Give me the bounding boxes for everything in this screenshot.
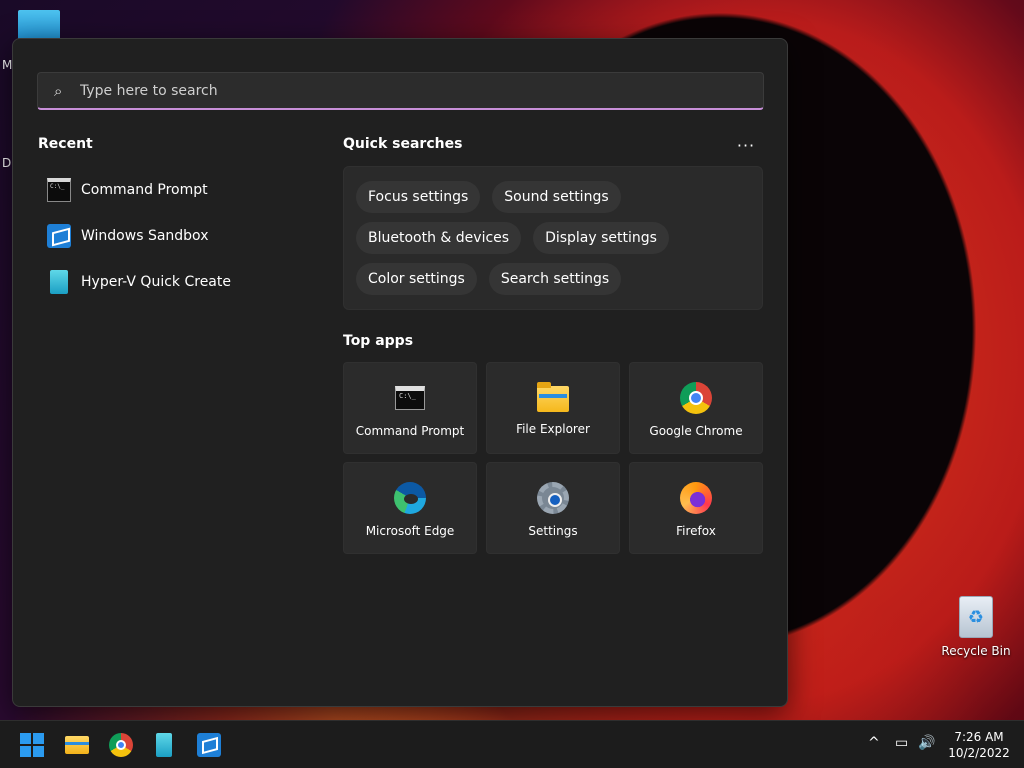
recycle-bin-icon bbox=[959, 596, 993, 638]
recent-item-command-prompt[interactable]: Command Prompt bbox=[37, 167, 307, 213]
search-input[interactable] bbox=[80, 82, 680, 99]
quick-searches-box: Focus settings Sound settings Bluetooth … bbox=[343, 166, 763, 310]
recent-item-hyper-v-quick-create[interactable]: Hyper-V Quick Create bbox=[37, 259, 307, 305]
quick-search-display-settings[interactable]: Display settings bbox=[533, 222, 669, 254]
top-apps-grid: Command Prompt File Explorer Google Chro… bbox=[343, 362, 763, 554]
search-panel: ⌕ Recent Command Prompt Windows Sandbox … bbox=[12, 38, 788, 707]
recent-item-windows-sandbox[interactable]: Windows Sandbox bbox=[37, 213, 307, 259]
top-app-command-prompt[interactable]: Command Prompt bbox=[343, 362, 477, 454]
windows-sandbox-icon[interactable] bbox=[197, 733, 221, 757]
show-hidden-icons-chevron-icon[interactable]: ^ bbox=[868, 735, 880, 751]
recent-list: Command Prompt Windows Sandbox Hyper-V Q… bbox=[37, 167, 307, 305]
more-options-button[interactable]: ··· bbox=[736, 136, 756, 155]
recent-heading: Recent bbox=[38, 136, 93, 152]
quick-search-color-settings[interactable]: Color settings bbox=[356, 263, 477, 295]
recent-item-label: Windows Sandbox bbox=[81, 228, 209, 244]
chrome-icon bbox=[680, 382, 712, 414]
start-icon bbox=[20, 733, 31, 744]
quick-search-bluetooth-devices[interactable]: Bluetooth & devices bbox=[356, 222, 522, 254]
recycle-bin-label: Recycle Bin bbox=[941, 644, 1011, 658]
edge-icon bbox=[394, 482, 426, 514]
quick-search-focus-settings[interactable]: Focus settings bbox=[356, 181, 481, 213]
top-app-firefox[interactable]: Firefox bbox=[629, 462, 763, 554]
top-app-label: Google Chrome bbox=[649, 424, 743, 438]
clock-date: 10/2/2022 bbox=[948, 746, 1010, 760]
system-clock[interactable]: 7:26 AM 10/2/2022 bbox=[944, 729, 1014, 761]
file-explorer-icon bbox=[537, 382, 569, 412]
quick-search-sound-settings[interactable]: Sound settings bbox=[492, 181, 621, 213]
quick-searches-heading: Quick searches bbox=[343, 136, 463, 152]
volume-icon[interactable]: 🔊 bbox=[918, 735, 935, 751]
settings-icon bbox=[537, 482, 569, 514]
top-app-label: Settings bbox=[528, 524, 578, 538]
chrome-icon[interactable] bbox=[109, 733, 133, 757]
search-box[interactable]: ⌕ bbox=[37, 72, 764, 110]
top-app-label: Firefox bbox=[676, 524, 716, 538]
network-icon[interactable]: ▭ bbox=[895, 735, 908, 751]
top-app-label: File Explorer bbox=[516, 422, 590, 436]
file-explorer-icon[interactable] bbox=[65, 736, 89, 754]
top-app-label: Microsoft Edge bbox=[365, 524, 455, 538]
taskbar: ^ ▭ 🔊 7:26 AM 10/2/2022 bbox=[0, 720, 1024, 768]
recent-item-label: Hyper-V Quick Create bbox=[81, 274, 231, 290]
top-app-label: Command Prompt bbox=[355, 424, 465, 438]
quick-search-search-settings[interactable]: Search settings bbox=[488, 263, 622, 295]
top-apps-heading: Top apps bbox=[343, 333, 414, 349]
recent-item-label: Command Prompt bbox=[81, 182, 208, 198]
firefox-icon bbox=[680, 482, 712, 514]
search-icon: ⌕ bbox=[54, 81, 63, 100]
command-prompt-icon bbox=[47, 178, 71, 202]
top-app-file-explorer[interactable]: File Explorer bbox=[486, 362, 620, 454]
desktop-icon-partial[interactable] bbox=[18, 10, 60, 40]
windows-sandbox-icon bbox=[47, 224, 71, 248]
hyper-v-icon[interactable] bbox=[156, 733, 172, 757]
start-button[interactable] bbox=[20, 733, 44, 757]
recycle-bin-desktop-icon[interactable]: Recycle Bin bbox=[940, 596, 1012, 658]
top-app-google-chrome[interactable]: Google Chrome bbox=[629, 362, 763, 454]
top-app-microsoft-edge[interactable]: Microsoft Edge bbox=[343, 462, 477, 554]
top-app-settings[interactable]: Settings bbox=[486, 462, 620, 554]
clock-time: 7:26 AM bbox=[954, 730, 1004, 744]
hyper-v-icon bbox=[50, 270, 68, 294]
command-prompt-icon bbox=[395, 386, 425, 410]
desktop-icon-label-fragment: M bbox=[2, 58, 13, 72]
